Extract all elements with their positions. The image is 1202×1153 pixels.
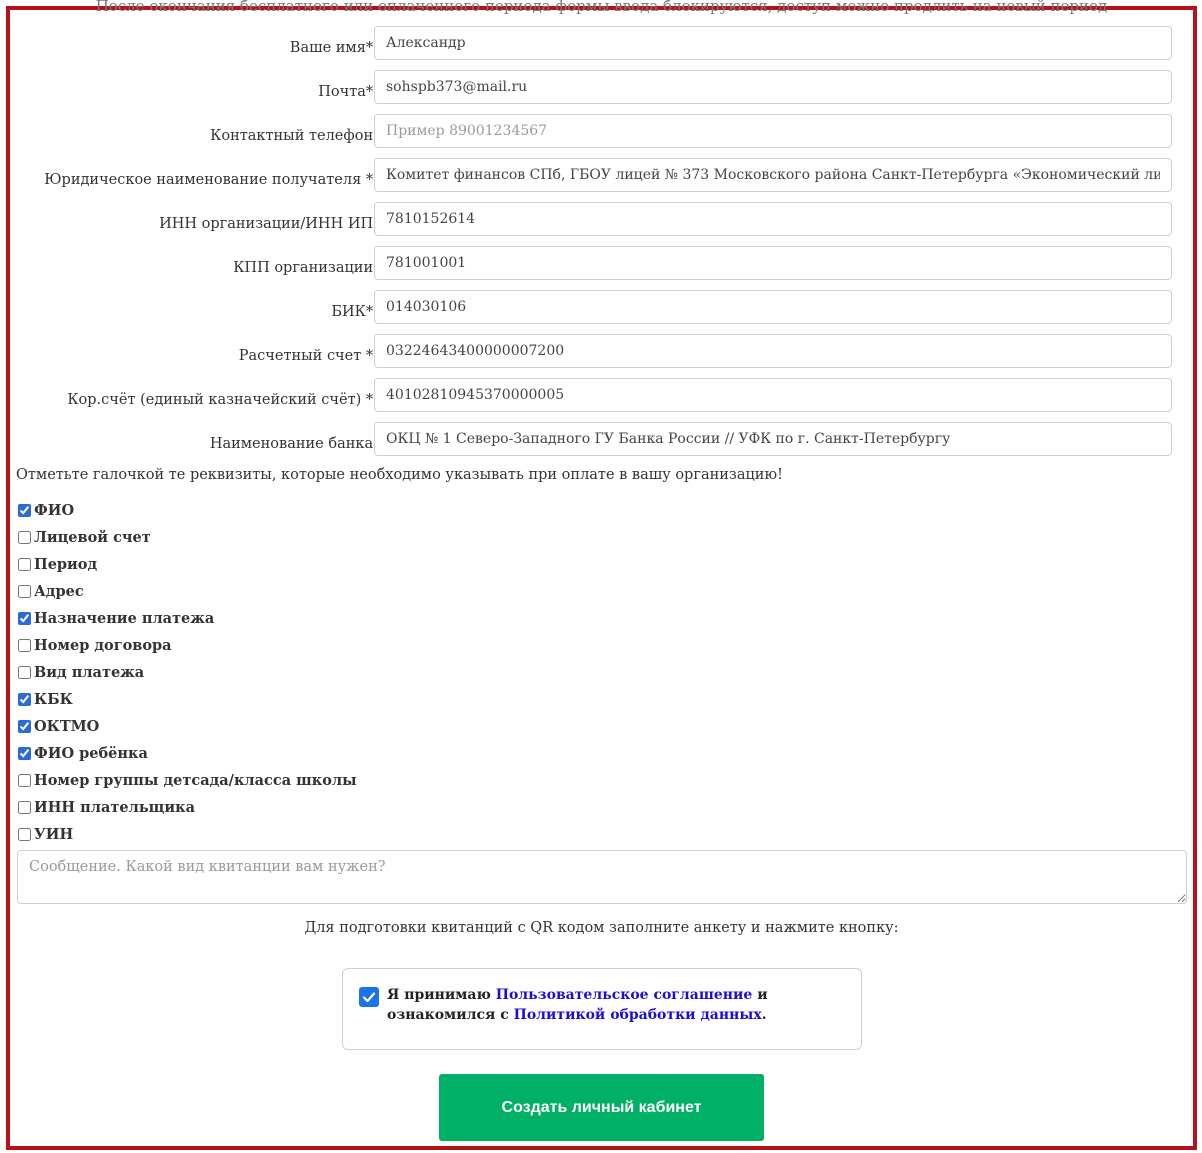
requisite-checkbox-item[interactable]: Период: [18, 554, 97, 574]
user-agreement-link[interactable]: Пользовательское соглашение: [496, 987, 753, 1003]
field-row: КПП организации:: [10, 246, 1178, 280]
requisite-checkbox[interactable]: [18, 530, 31, 544]
field-label: Кор.счёт (единый казначейский счёт) *:: [67, 392, 378, 408]
requisite-checkbox-item[interactable]: ИНН плательщика: [18, 797, 195, 817]
agreement-suffix: .: [761, 1007, 767, 1023]
field-input[interactable]: [374, 290, 1172, 324]
requisite-checkbox-item[interactable]: Лицевой счет: [18, 527, 151, 547]
field-row: ИНН организации/ИНН ИП:: [10, 202, 1178, 236]
field-row: Расчетный счет *:: [10, 334, 1178, 368]
field-label: Наименование банка:: [209, 436, 378, 452]
field-input[interactable]: [374, 202, 1172, 236]
field-input[interactable]: [374, 158, 1172, 192]
requisite-checkbox[interactable]: [18, 557, 31, 571]
requisite-checkbox-item[interactable]: Номер группы детсада/класса школы: [18, 770, 357, 790]
requisite-checkbox-label: ФИО ребёнка: [34, 744, 148, 762]
field-row: Контактный телефон:: [10, 114, 1178, 148]
requisite-checkbox-item[interactable]: Номер договора: [18, 635, 172, 655]
top-notice: После окончания бесплатного или оплаченн…: [95, 0, 1108, 15]
requisite-checkbox-item[interactable]: Адрес: [18, 581, 84, 601]
field-row: БИК*:: [10, 290, 1178, 324]
requisite-checkbox-item[interactable]: Назначение платежа: [18, 608, 214, 628]
requisite-checkbox-label: ОКТМО: [34, 717, 100, 735]
field-label: Юридическое наименование получателя *:: [44, 172, 378, 188]
agreement-checkbox[interactable]: [359, 987, 379, 1007]
field-row: Наименование банка:: [10, 422, 1178, 456]
field-input[interactable]: [374, 422, 1172, 456]
field-label: Почта*:: [318, 84, 378, 100]
requisite-checkbox[interactable]: [18, 746, 31, 760]
field-input[interactable]: [374, 70, 1172, 104]
field-input[interactable]: [374, 26, 1172, 60]
agreement-box: Я принимаю Пользовательское соглашение и…: [342, 968, 862, 1050]
field-input[interactable]: [374, 246, 1172, 280]
requisite-checkbox[interactable]: [18, 611, 31, 625]
field-input[interactable]: [374, 114, 1172, 148]
field-label: Контактный телефон:: [210, 128, 378, 144]
requisite-checkbox-label: Вид платежа: [34, 663, 145, 681]
field-label: Ваше имя*:: [289, 40, 378, 56]
privacy-policy-link[interactable]: Политикой обработки данных: [514, 1007, 762, 1023]
create-account-button[interactable]: Создать личный кабинет: [439, 1074, 764, 1141]
checkbox-hint: Отметьте галочкой те реквизиты, которые …: [16, 467, 783, 483]
requisite-checkbox[interactable]: [18, 503, 31, 517]
field-input[interactable]: [374, 334, 1172, 368]
field-label: КПП организации:: [233, 260, 378, 276]
requisite-checkbox-item[interactable]: УИН: [18, 824, 73, 844]
requisite-checkbox-label: Лицевой счет: [34, 528, 151, 546]
requisite-checkbox-item[interactable]: КБК: [18, 689, 73, 709]
requisite-checkbox-label: Номер договора: [34, 636, 172, 654]
agreement-prefix: Я принимаю: [387, 987, 496, 1003]
field-label: ИНН организации/ИНН ИП:: [159, 216, 378, 232]
requisite-checkbox[interactable]: [18, 692, 31, 706]
requisite-checkbox-item[interactable]: ОКТМО: [18, 716, 99, 736]
requisite-checkbox-item[interactable]: ФИО ребёнка: [18, 743, 148, 763]
requisite-checkbox-label: Номер группы детсада/класса школы: [34, 771, 357, 789]
requisite-checkbox[interactable]: [18, 665, 31, 679]
requisite-checkbox[interactable]: [18, 827, 31, 841]
qr-instruction: Для подготовки квитанций с QR кодом запо…: [304, 920, 899, 936]
requisite-checkbox-item[interactable]: Вид платежа: [18, 662, 144, 682]
message-textarea[interactable]: [17, 850, 1187, 904]
requisite-checkbox[interactable]: [18, 584, 31, 598]
requisite-checkbox[interactable]: [18, 638, 31, 652]
field-row: Юридическое наименование получателя *:: [10, 158, 1178, 192]
field-label: БИК*:: [331, 304, 378, 320]
requisite-checkbox[interactable]: [18, 719, 31, 733]
form-frame: После окончания бесплатного или оплаченн…: [6, 0, 1197, 1150]
requisite-checkbox-label: КБК: [34, 690, 73, 708]
requisite-checkbox-label: ИНН плательщика: [34, 798, 195, 816]
field-row: Почта*:: [10, 70, 1178, 104]
requisite-checkbox[interactable]: [18, 773, 31, 787]
requisite-checkbox-label: УИН: [34, 825, 74, 843]
requisite-checkbox[interactable]: [18, 800, 31, 814]
field-row: Ваше имя*:: [10, 26, 1178, 60]
field-row: Кор.счёт (единый казначейский счёт) *:: [10, 378, 1178, 412]
requisite-checkbox-label: Период: [34, 555, 98, 573]
requisite-checkbox-label: Назначение платежа: [34, 609, 215, 627]
field-input[interactable]: [374, 378, 1172, 412]
field-label: Расчетный счет *:: [238, 348, 378, 364]
checkmark-icon: [362, 992, 376, 1003]
requisite-checkbox-label: Адрес: [34, 582, 84, 600]
requisite-checkbox-item[interactable]: ФИО: [18, 500, 74, 520]
requisite-checkbox-label: ФИО: [34, 501, 75, 519]
